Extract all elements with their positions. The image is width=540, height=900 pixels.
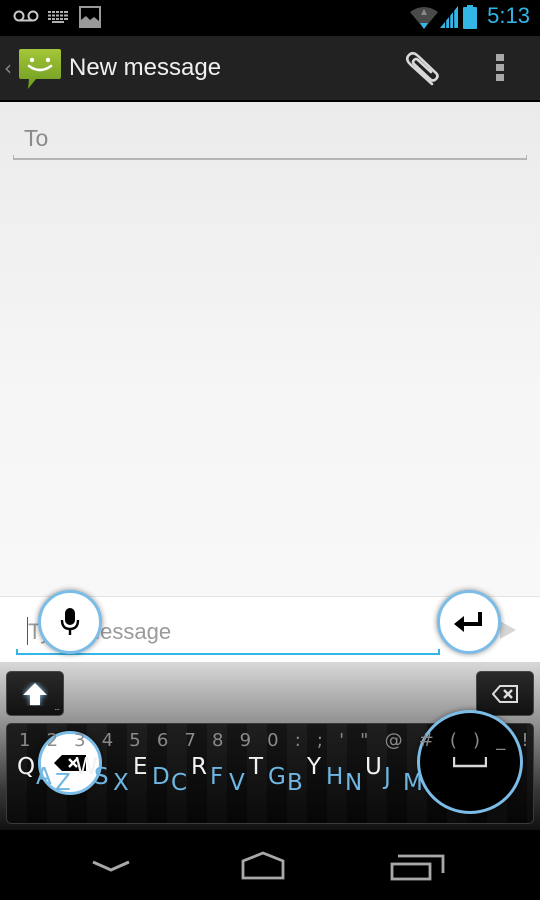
key-r[interactable]: R (191, 754, 207, 780)
to-field[interactable]: To (13, 116, 527, 160)
key-h[interactable]: H (326, 764, 343, 790)
to-placeholder: To (24, 125, 49, 151)
attachment-icon[interactable] (398, 50, 444, 90)
keyboard-icon (48, 11, 68, 23)
keyboard: ... 1 2 3 4 5 6 7 8 9 0 : ; ' " @ # ( ) … (0, 662, 540, 830)
up-navigation-icon[interactable]: ‹ (4, 56, 12, 80)
key-f[interactable]: F (210, 764, 223, 790)
key-q[interactable]: Q (17, 754, 35, 780)
shift-dots: ... (54, 703, 60, 712)
key-c[interactable]: C (171, 770, 187, 796)
messaging-app-icon[interactable] (18, 47, 62, 91)
key-u[interactable]: U (365, 754, 382, 780)
mic-icon (60, 608, 80, 635)
key-g[interactable]: G (268, 764, 286, 790)
voicemail-icon (13, 10, 39, 22)
shift-icon (23, 682, 47, 705)
shift-key[interactable]: ... (6, 671, 64, 716)
home-icon[interactable] (234, 844, 292, 884)
key-j[interactable]: J (384, 764, 391, 790)
battery-icon (463, 5, 477, 29)
page-title: New message (69, 54, 222, 81)
signal-icon (440, 6, 458, 28)
key-b[interactable]: B (287, 770, 303, 796)
key-e[interactable]: E (133, 754, 148, 780)
key-t[interactable]: T (249, 754, 263, 780)
key-y[interactable]: Y (307, 754, 321, 780)
letter-keys: QAZWSXEDCRFVTGBYHNUJM (7, 724, 533, 823)
wifi-icon (410, 7, 438, 29)
send-icon[interactable] (500, 621, 516, 639)
picture-icon (79, 6, 101, 28)
enter-button[interactable] (437, 590, 501, 654)
voice-input-button[interactable] (38, 590, 102, 654)
status-bar: 5:13 (0, 0, 540, 36)
key-d[interactable]: D (152, 764, 170, 790)
enter-icon (454, 612, 482, 632)
back-icon[interactable] (86, 848, 136, 878)
key-v[interactable]: V (229, 770, 245, 796)
backspace-icon (492, 684, 518, 703)
key-a[interactable]: A (36, 764, 52, 790)
action-bar: ‹ New message (0, 36, 540, 102)
navigation-bar (0, 830, 540, 900)
key-x[interactable]: X (113, 770, 129, 796)
key-z[interactable]: Z (55, 770, 71, 796)
overflow-menu-icon[interactable] (490, 52, 510, 86)
key-panel[interactable]: 1 2 3 4 5 6 7 8 9 0 : ; ' " @ # ( ) _ ! … (6, 723, 540, 824)
conversation-area: To (0, 102, 540, 596)
clock: 5:13 (487, 3, 530, 28)
key-m[interactable]: M (403, 770, 423, 796)
key-n[interactable]: N (345, 770, 362, 796)
backspace-key[interactable] (476, 671, 534, 716)
key-s[interactable]: S (94, 764, 109, 790)
recent-apps-icon[interactable] (386, 844, 452, 884)
